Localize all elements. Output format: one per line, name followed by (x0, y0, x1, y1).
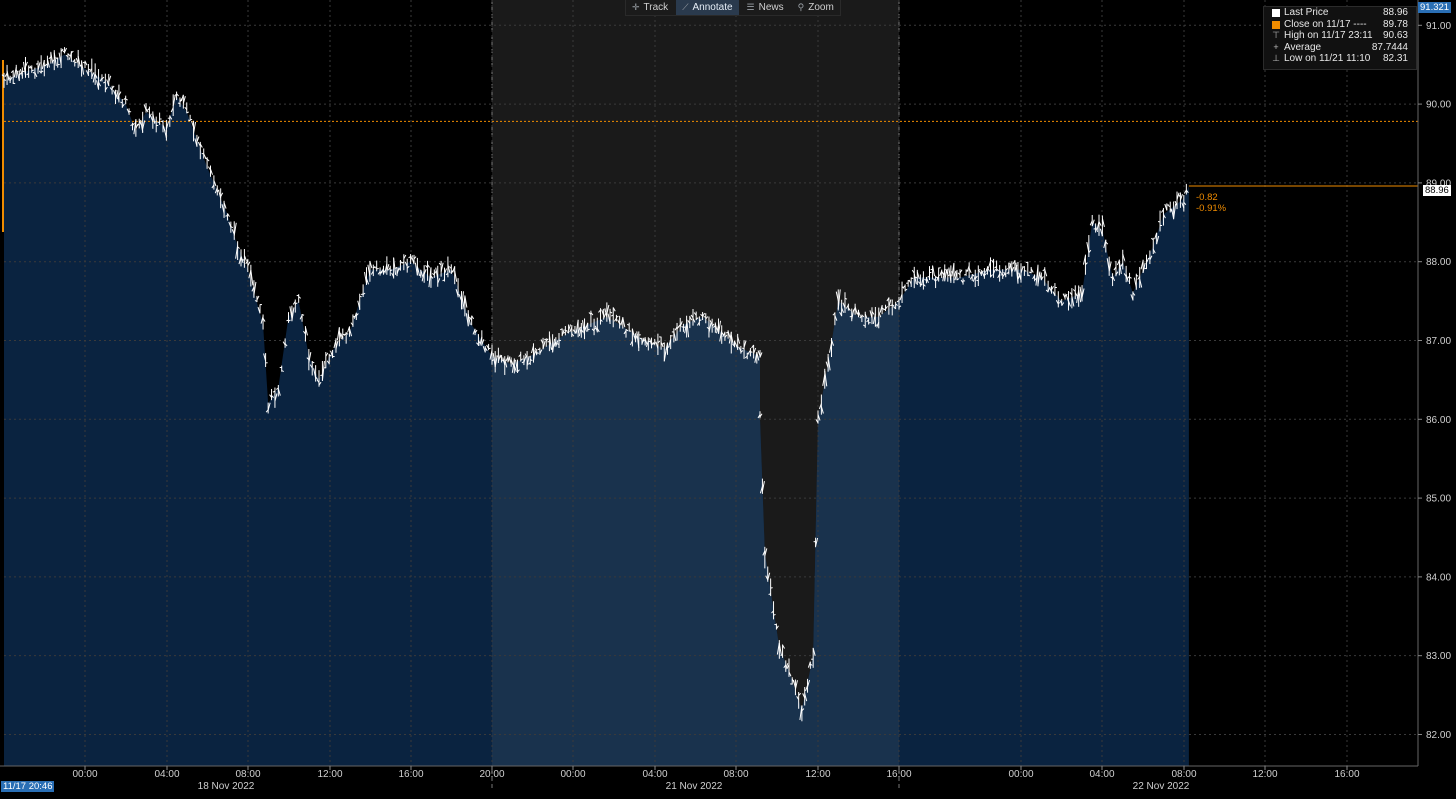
news-icon: ☰ (746, 2, 755, 12)
x-tick-label: 08:00 (235, 769, 260, 780)
annotate-label: Annotate (692, 2, 733, 13)
y-tick-label: 87.00 (1426, 336, 1451, 347)
legend-average: + Average 87.7444 (1264, 42, 1416, 54)
x-tick-label: 20:00 (479, 769, 504, 780)
y-tick-label: 85.00 (1426, 494, 1451, 505)
date-label: 22 Nov 2022 (1133, 781, 1190, 792)
magnifier-icon: ⚲ (797, 2, 805, 12)
zoom-label: Zoom (808, 2, 834, 13)
date-label: 21 Nov 2022 (666, 781, 723, 792)
y-tick-label: 83.00 (1426, 651, 1451, 662)
x-tick-label: 08:00 (723, 769, 748, 780)
pencil-icon: ⟋ (682, 2, 689, 12)
x-tick-label: 04:00 (154, 769, 179, 780)
news-button[interactable]: ☰ News (741, 0, 790, 15)
orange-swatch-icon (1272, 20, 1280, 29)
last-price-tag: 88.96 (1423, 185, 1451, 196)
x-tick-label: 08:00 (1171, 769, 1196, 780)
x-tick-label: 16:00 (1334, 769, 1359, 780)
x-tick-label: 04:00 (642, 769, 667, 780)
chart-legend: Last Price 88.96 Close on 11/17 ---- 89.… (1263, 6, 1417, 70)
x-tick-label: 16:00 (398, 769, 423, 780)
change-percent: -0.91% (1196, 203, 1227, 214)
axis-top-value-tag: 91.321 (1418, 2, 1452, 13)
legend-close[interactable]: Close on 11/17 ---- 89.78 (1264, 19, 1416, 31)
y-tick-label: 82.00 (1426, 730, 1451, 741)
y-tick-label: 86.00 (1426, 415, 1451, 426)
low-marker-icon: ⊥ (1272, 53, 1280, 63)
x-tick-label: 12:00 (1252, 769, 1277, 780)
x-tick-label: 00:00 (72, 769, 97, 780)
date-label: 18 Nov 2022 (198, 781, 255, 792)
x-tick-label: 16:00 (886, 769, 911, 780)
news-label: News (758, 2, 784, 13)
price-chart[interactable]: 82.0083.0084.0085.0086.0087.0088.0089.00… (0, 0, 1456, 799)
legend-low: ⊥ Low on 11/21 11:10 82.31 (1272, 53, 1408, 64)
track-label: Track (643, 2, 669, 13)
high-marker-icon: ⊤ (1272, 30, 1280, 40)
x-tick-label: 00:00 (560, 769, 585, 780)
x-tick-label: 12:00 (805, 769, 830, 780)
x-tick-label: 04:00 (1089, 769, 1114, 780)
white-swatch-icon (1272, 9, 1280, 17)
average-marker-icon: + (1273, 41, 1279, 52)
chart-toolbar: ✛ Track ⟋ Annotate ☰ News ⚲ Zoom (625, 0, 841, 16)
crosshair-icon: ✛ (632, 2, 640, 12)
x-tick-label: 12:00 (317, 769, 342, 780)
start-timestamp: 11/17 20:46 (1, 781, 55, 792)
y-tick-label: 84.00 (1426, 572, 1451, 583)
legend-last-price[interactable]: Last Price 88.96 (1264, 7, 1416, 19)
y-tick-label: 88.00 (1426, 257, 1451, 268)
legend-high: ⊤ High on 11/17 23:11 90.63 (1272, 30, 1408, 41)
track-button[interactable]: ✛ Track (626, 0, 674, 15)
y-tick-label: 91.00 (1426, 21, 1451, 32)
change-absolute: -0.82 (1196, 192, 1218, 203)
x-tick-label: 00:00 (1008, 769, 1033, 780)
zoom-button[interactable]: ⚲ Zoom (792, 0, 840, 15)
y-tick-label: 90.00 (1426, 100, 1451, 111)
annotate-button[interactable]: ⟋ Annotate (676, 0, 739, 15)
